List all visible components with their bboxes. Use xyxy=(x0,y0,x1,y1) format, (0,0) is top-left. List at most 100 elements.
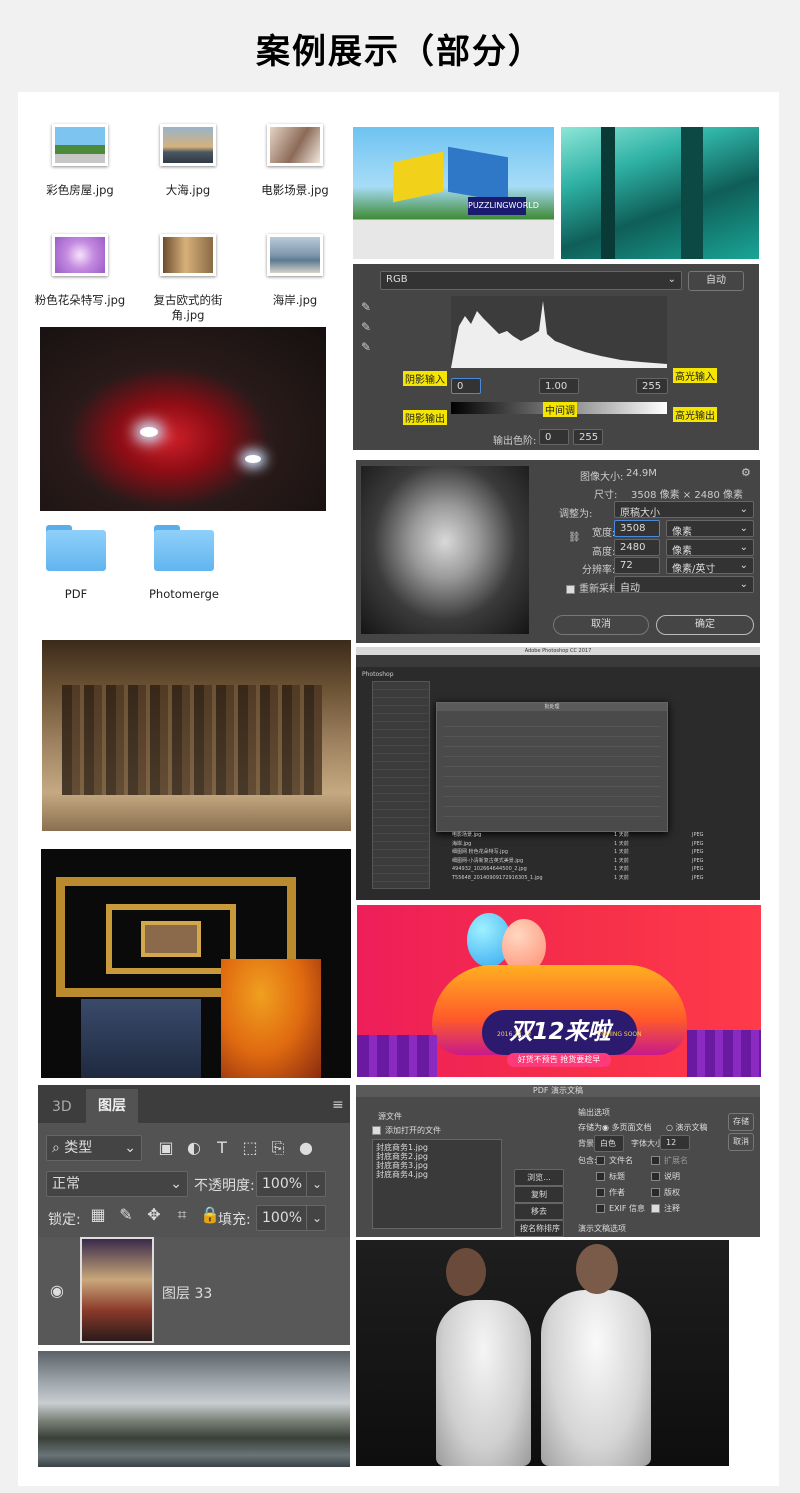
folder-icon[interactable] xyxy=(154,525,214,571)
link-icon[interactable]: ⛓ xyxy=(568,532,581,543)
opacity-dropdown[interactable]: ⌄ xyxy=(306,1171,326,1197)
remove-button[interactable]: 移去 xyxy=(514,1203,564,1220)
add-open-files-checkbox[interactable]: 添加打开的文件 xyxy=(372,1125,441,1136)
width-field[interactable]: 3508 xyxy=(614,520,660,537)
notes-checkbox[interactable]: 注释 xyxy=(651,1203,680,1214)
source-file-item[interactable]: 封底商务1.jpg xyxy=(376,1143,498,1152)
eyedropper-white-icon[interactable]: ✎ xyxy=(361,340,371,354)
shape-filter-icon[interactable]: ⬚ xyxy=(240,1138,260,1158)
save-button[interactable]: 存储 xyxy=(728,1113,754,1131)
fit-select[interactable]: 原稿大小 ⌄ xyxy=(614,501,754,519)
width-unit-select[interactable]: 像素 ⌄ xyxy=(666,520,754,538)
fit-label: 调整为: xyxy=(559,509,593,520)
tab-3d[interactable]: 3D xyxy=(52,1099,72,1115)
input-gamma-field[interactable]: 1.00 xyxy=(539,378,579,394)
banner-sub-text: COMING SOON xyxy=(597,1031,642,1038)
output-black-field[interactable]: 0 xyxy=(539,429,569,445)
filter-type-select[interactable]: ⌕ 类型 ⌄ xyxy=(46,1135,142,1161)
file-thumb-house[interactable] xyxy=(52,124,108,166)
folder-name: PDF xyxy=(64,587,88,601)
double12-banner: 双12来啦 COMING SOON 2016.12.12 好货不预告 抢货要趁早 xyxy=(357,905,761,1077)
file-thumb-movie[interactable] xyxy=(267,124,323,166)
file-row[interactable]: 细图网 粉色花朵特写.jpg 1 天前 JPEG xyxy=(452,848,752,857)
title-checkbox[interactable]: 标题 xyxy=(596,1171,625,1182)
height-field[interactable]: 2480 xyxy=(614,539,660,556)
cancel-button[interactable]: 取消 xyxy=(728,1133,754,1151)
tree-trunk xyxy=(601,127,615,259)
exif-checkbox[interactable]: EXIF 信息 xyxy=(596,1203,645,1214)
file-thumb-street[interactable] xyxy=(160,234,216,276)
file-thumb-coast[interactable] xyxy=(267,234,323,276)
height-unit-select[interactable]: 像素 ⌄ xyxy=(666,539,754,557)
frames-photo xyxy=(41,849,351,1078)
lock-paint-icon[interactable]: ✎ xyxy=(116,1205,136,1225)
filename-checkbox[interactable]: 文件名 xyxy=(596,1155,633,1166)
source-file-item[interactable]: 封底商务4.jpg xyxy=(376,1170,498,1179)
image-filter-icon[interactable]: ▣ xyxy=(156,1138,176,1158)
author-checkbox[interactable]: 作者 xyxy=(596,1187,625,1198)
folder-name: Photomerge xyxy=(149,587,219,601)
lock-artboard-icon[interactable]: ⌗ xyxy=(172,1205,192,1225)
dialog-title: PDF 演示文稿 xyxy=(356,1085,760,1097)
text-filter-icon[interactable]: T xyxy=(212,1138,232,1158)
channel-select[interactable]: RGB ⌄ xyxy=(380,271,682,290)
resolution-field[interactable]: 72 xyxy=(614,557,660,574)
eyedropper-gray-icon[interactable]: ✎ xyxy=(361,320,371,334)
folder-icon[interactable] xyxy=(46,525,106,571)
file-thumb-flower[interactable] xyxy=(52,234,108,276)
layer-row[interactable]: ◉ 图层 33 xyxy=(38,1237,350,1345)
auto-button[interactable]: 自动 xyxy=(688,271,744,291)
landscape-photo xyxy=(38,1351,350,1467)
lock-all-icon[interactable]: 🔒 xyxy=(200,1205,220,1225)
save-as-label: 存储为: xyxy=(578,1123,605,1132)
output-white-field[interactable]: 255 xyxy=(573,429,603,445)
input-white-field[interactable]: 255 xyxy=(636,378,668,394)
file-row[interactable]: 海岸.jpg 1 天前 JPEG xyxy=(452,840,752,849)
file-name: 粉色花朵特写.jpg xyxy=(34,293,126,307)
description-checkbox[interactable]: 说明 xyxy=(651,1171,680,1182)
person-left xyxy=(81,999,201,1078)
resolution-label: 分辨率: xyxy=(582,565,616,576)
model-left xyxy=(436,1300,531,1466)
multi-page-radio[interactable]: ◉ 多页面文档 xyxy=(602,1122,652,1133)
background-select[interactable]: 白色 xyxy=(594,1135,624,1152)
gear-icon[interactable]: ⚙ xyxy=(741,466,751,479)
sort-by-name-button[interactable]: 按名称排序 xyxy=(514,1220,564,1237)
eye-icon[interactable]: ◉ xyxy=(50,1281,64,1300)
cancel-button[interactable]: 取消 xyxy=(553,615,649,635)
dims-label: 尺寸: xyxy=(594,490,618,501)
ok-button[interactable]: 确定 xyxy=(656,615,754,635)
file-row[interactable]: 494932_102664644500_2.jpg 1 天前 JPEG xyxy=(452,865,752,874)
layer-name[interactable]: 图层 33 xyxy=(162,1283,212,1303)
panel-menu-icon[interactable]: ≡ xyxy=(332,1097,344,1113)
banner-pill[interactable]: 好货不预告 抢货要趁早 xyxy=(507,1053,611,1067)
resolution-unit-select[interactable]: 像素/英寸 ⌄ xyxy=(666,557,754,575)
extension-checkbox[interactable]: 扩展名 xyxy=(651,1155,688,1166)
boa-lady xyxy=(221,959,321,1078)
file-row[interactable]: 细图网-小清新复古英式美景.jpg 1 天前 JPEG xyxy=(452,857,752,866)
blend-mode-select[interactable]: 正常 ⌄ xyxy=(46,1171,188,1197)
browse-button[interactable]: 浏览... xyxy=(514,1169,564,1186)
filter-toggle-icon[interactable]: ● xyxy=(296,1138,316,1158)
copyright-checkbox[interactable]: 版权 xyxy=(651,1187,680,1198)
lock-move-icon[interactable]: ✥ xyxy=(144,1205,164,1225)
lock-transparency-icon[interactable]: ▦ xyxy=(88,1205,108,1225)
lock-icons: ▦ ✎ ✥ ⌗ 🔒 xyxy=(88,1205,228,1225)
duplicate-button[interactable]: 复制 xyxy=(514,1186,564,1203)
file-row[interactable]: T55648_20140909172916305_1.jpg 1 天前 JPEG xyxy=(452,874,752,883)
source-file-item[interactable]: 封底商务3.jpg xyxy=(376,1161,498,1170)
input-black-field[interactable]: 0 xyxy=(451,378,481,394)
resample-select[interactable]: 自动 ⌄ xyxy=(614,576,754,594)
model-right xyxy=(541,1290,651,1466)
presentation-options-label: 演示文稿选项 xyxy=(578,1224,626,1233)
smart-object-filter-icon[interactable]: ⎘ xyxy=(268,1138,288,1158)
presentation-radio[interactable]: ○ 演示文稿 xyxy=(666,1122,708,1133)
tab-layers[interactable]: 图层 xyxy=(86,1089,138,1123)
eyedropper-black-icon[interactable]: ✎ xyxy=(361,300,371,314)
fill-dropdown[interactable]: ⌄ xyxy=(306,1205,326,1231)
file-row[interactable]: 电影场景.jpg 1 天前 JPEG xyxy=(452,831,752,840)
font-size-select[interactable]: 12 xyxy=(660,1135,690,1150)
file-thumb-sea[interactable] xyxy=(160,124,216,166)
source-file-item[interactable]: 封底商务2.jpg xyxy=(376,1152,498,1161)
adjustment-filter-icon[interactable]: ◐ xyxy=(184,1138,204,1158)
